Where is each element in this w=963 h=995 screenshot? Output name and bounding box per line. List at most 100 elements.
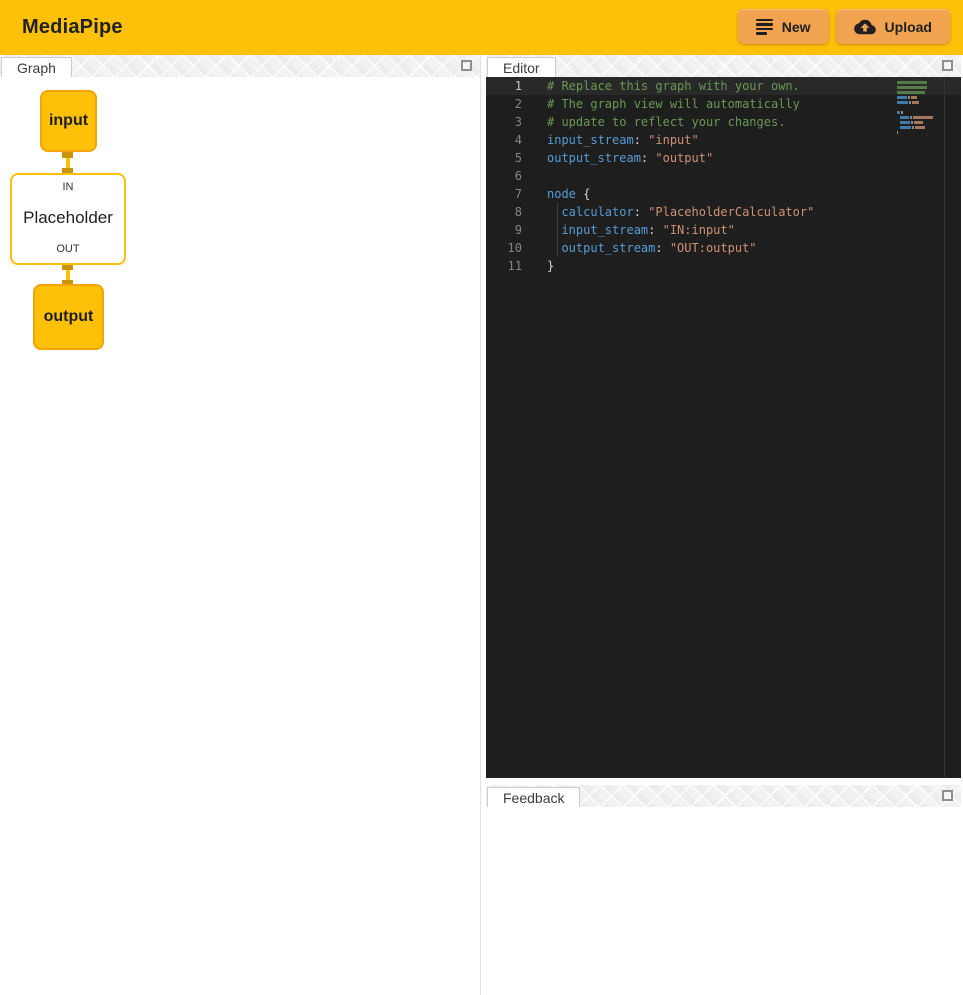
minimap-token <box>897 126 899 129</box>
graph-canvas[interactable]: input IN Placeholder OUT output <box>0 77 480 995</box>
subject-icon <box>756 19 773 35</box>
code-text: input_stream: "input" <box>534 131 699 149</box>
code-token-comment: # Replace this graph with your own. <box>547 79 800 93</box>
code-token-plain <box>547 223 561 237</box>
code-line[interactable]: 2 # The graph view will automatically <box>486 95 961 113</box>
code-line[interactable]: 11} <box>486 257 961 275</box>
minimap-token <box>897 81 927 84</box>
minimap-token <box>897 131 898 134</box>
new-button[interactable]: New <box>738 9 829 44</box>
minimap-token <box>897 121 899 124</box>
minimap-token <box>912 101 919 104</box>
code-token-comment: # update to reflect your changes. <box>547 115 785 129</box>
code-editor[interactable]: 1 # Replace this graph with your own. 2 # T… <box>486 77 961 778</box>
node-input-label: input <box>49 112 88 130</box>
maximize-icon[interactable] <box>942 60 953 71</box>
line-number: 2 <box>486 95 534 113</box>
minimap-token <box>900 126 911 129</box>
code-token-punct: { <box>576 187 590 201</box>
code-token-key: output_stream <box>547 151 641 165</box>
line-number: 10 <box>486 239 534 257</box>
minimap-token <box>910 116 912 119</box>
code-text: } <box>534 257 554 275</box>
minimap-token <box>900 116 909 119</box>
scrollbar-track[interactable] <box>944 77 961 778</box>
minimap-line <box>897 101 937 104</box>
minimap-line <box>897 126 937 129</box>
app-header: MediaPipe New Upload <box>0 0 963 55</box>
minimap-token <box>913 116 933 119</box>
tab-feedback[interactable]: Feedback <box>487 787 580 807</box>
tab-graph-label: Graph <box>17 60 56 76</box>
placeholder-in-label: IN <box>63 181 74 193</box>
tab-editor-label: Editor <box>503 60 540 76</box>
code-token-comment: # The graph view will automatically <box>547 97 800 111</box>
line-number: 1 <box>486 77 534 95</box>
new-button-label: New <box>782 19 811 35</box>
code-token-key: input_stream <box>561 223 648 237</box>
tab-feedback-label: Feedback <box>503 790 564 806</box>
code-token-punct: : <box>655 241 669 255</box>
code-token-punct: : <box>634 205 648 219</box>
upload-button[interactable]: Upload <box>836 9 950 44</box>
line-number: 4 <box>486 131 534 149</box>
cloud-upload-icon <box>854 18 876 36</box>
header-buttons: New Upload <box>738 9 950 44</box>
tab-graph[interactable]: Graph <box>1 57 72 77</box>
minimap-line <box>897 111 937 114</box>
code-line[interactable]: 6 <box>486 167 961 185</box>
code-line[interactable]: 4input_stream: "input" <box>486 131 961 149</box>
minimap-line <box>897 116 937 119</box>
minimap-token <box>897 91 925 94</box>
code-line[interactable]: 1 # Replace this graph with your own. <box>486 77 961 95</box>
maximize-icon[interactable] <box>942 790 953 801</box>
code-token-plain <box>547 241 561 255</box>
code-token-plain <box>547 205 561 219</box>
minimap-token <box>897 96 907 99</box>
maximize-icon[interactable] <box>461 60 472 71</box>
code-token-punct: : <box>648 223 662 237</box>
code-token-punct: : <box>641 151 655 165</box>
code-line[interactable]: 7node { <box>486 185 961 203</box>
app-title: MediaPipe <box>22 16 123 39</box>
code-text: node { <box>534 185 590 203</box>
code-token-key: input_stream <box>547 133 634 147</box>
code-token-punct: : <box>634 133 648 147</box>
code-line[interactable]: 5output_stream: "output" <box>486 149 961 167</box>
indent-guide <box>557 203 558 257</box>
line-number: 9 <box>486 221 534 239</box>
minimap[interactable] <box>897 81 937 136</box>
code-text: output_stream: "OUT:output" <box>534 239 757 257</box>
code-text: # update to reflect your changes. <box>534 113 785 131</box>
tab-editor[interactable]: Editor <box>487 57 556 77</box>
line-number: 6 <box>486 167 534 185</box>
graph-panel-header: Graph <box>0 55 480 77</box>
minimap-line <box>897 131 937 134</box>
minimap-token <box>908 96 910 99</box>
editor-panel-header: Editor <box>486 55 961 77</box>
code-token-key: calculator <box>561 205 633 219</box>
minimap-token <box>911 96 917 99</box>
minimap-line <box>897 86 937 89</box>
line-number: 3 <box>486 113 534 131</box>
graph-node-output[interactable]: output <box>33 284 104 350</box>
graph-node-input[interactable]: input <box>40 90 97 152</box>
line-number: 11 <box>486 257 534 275</box>
code-token-string: "IN:input" <box>663 223 735 237</box>
editor-panel: Editor 1 # Replace this graph with your o… <box>486 55 961 778</box>
feedback-panel-header: Feedback <box>486 785 961 807</box>
minimap-line <box>897 121 937 124</box>
minimap-token <box>897 86 927 89</box>
minimap-token <box>897 101 908 104</box>
feedback-content <box>486 807 961 995</box>
minimap-token <box>909 101 911 104</box>
minimap-line <box>897 91 937 94</box>
code-line[interactable]: 3 # update to reflect your changes. <box>486 113 961 131</box>
minimap-token <box>897 111 900 114</box>
code-token-string: "input" <box>648 133 699 147</box>
minimap-token <box>915 126 925 129</box>
minimap-line <box>897 106 937 109</box>
minimap-token <box>900 121 910 124</box>
graph-node-placeholder[interactable]: IN Placeholder OUT <box>10 173 126 265</box>
minimap-line <box>897 96 937 99</box>
